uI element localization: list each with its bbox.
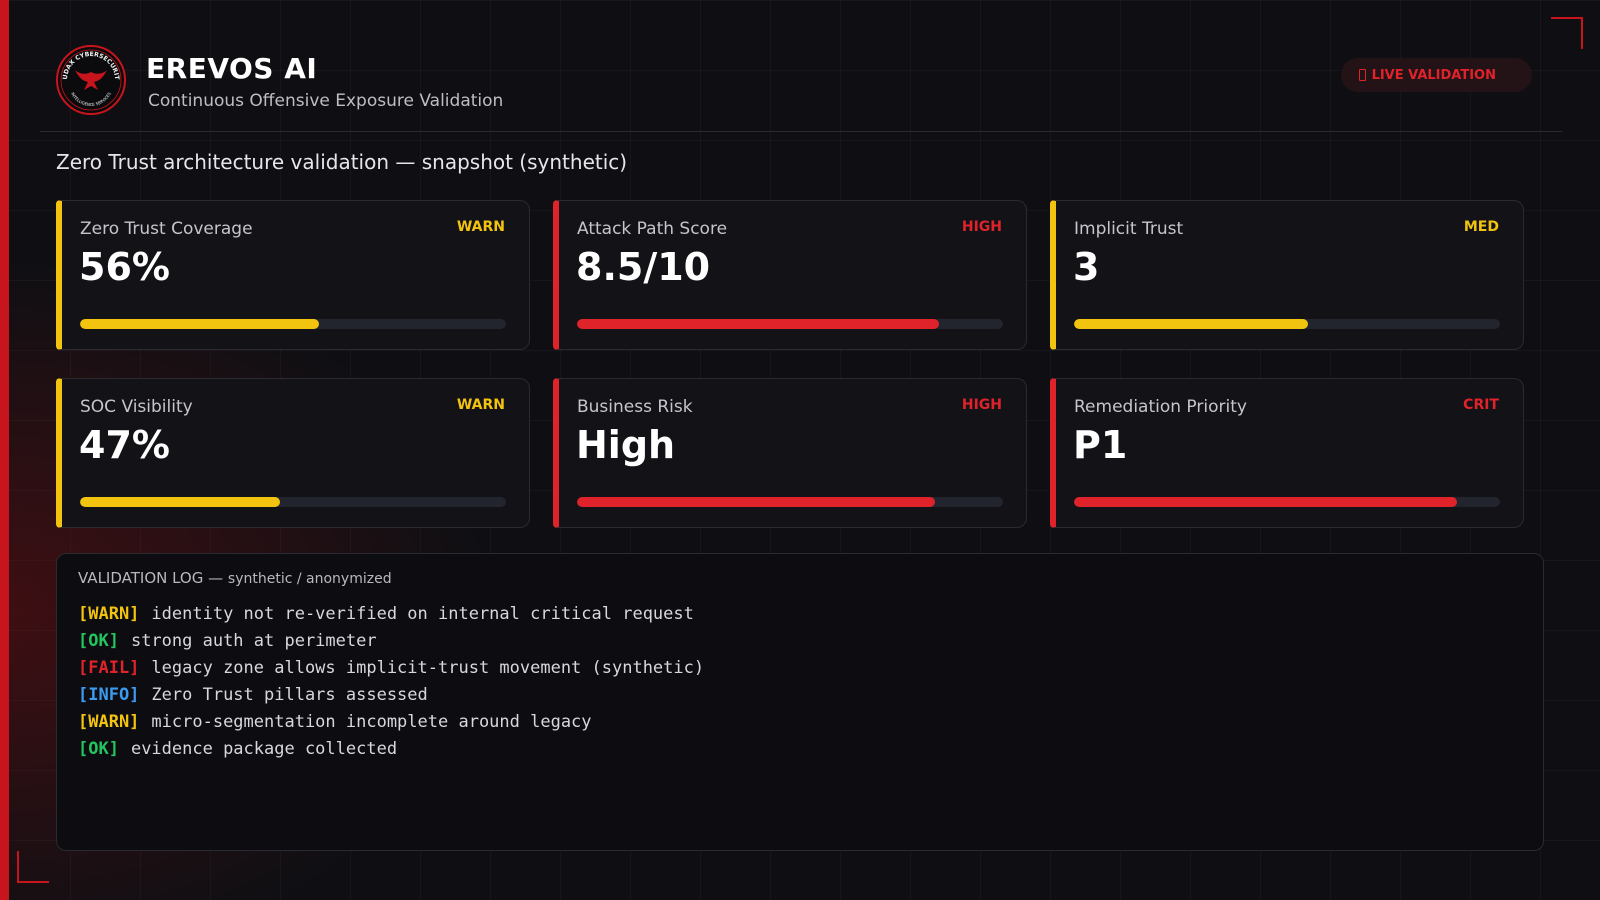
metric-card-attack-path-score: Attack Path Score HIGH 8.5/10 <box>553 200 1027 350</box>
metric-label: Attack Path Score <box>577 219 728 239</box>
live-validation-badge[interactable]: LIVE VALIDATION <box>1340 58 1532 92</box>
metric-value: High <box>576 423 676 467</box>
progress-track <box>80 319 506 329</box>
metric-value: 3 <box>1073 245 1100 289</box>
metric-card-implicit-trust: Implicit Trust MED 3 <box>1050 200 1524 350</box>
metric-label: Business Risk <box>577 397 693 417</box>
section-title: Zero Trust architecture validation — sna… <box>56 150 628 174</box>
progress-fill <box>1074 319 1309 329</box>
log-tag: [INFO] <box>78 685 140 705</box>
metric-label: Zero Trust Coverage <box>80 219 253 239</box>
validation-log-panel: VALIDATION LOG — synthetic / anonymized … <box>56 553 1544 851</box>
app-subtitle: Continuous Offensive Exposure Validation <box>148 91 504 111</box>
metric-value: 47% <box>79 423 170 467</box>
log-tag: [OK] <box>78 739 119 759</box>
severity-badge: WARN <box>456 219 505 235</box>
log-tag: [OK] <box>78 631 119 651</box>
severity-badge: WARN <box>456 397 505 413</box>
live-icon <box>1358 69 1366 81</box>
log-entry: [FAIL] legacy zone allows implicit-trust … <box>78 655 704 682</box>
metric-value: P1 <box>1073 423 1128 467</box>
log-tag: [WARN] <box>78 712 140 732</box>
progress-track <box>1074 497 1500 507</box>
log-subtitle-text: synthetic / anonymized <box>227 571 392 587</box>
log-message: identity not re-verified on internal cri… <box>151 604 694 624</box>
severity-badge: CRIT <box>1463 397 1499 413</box>
app-title: EREVOS AI <box>146 52 318 85</box>
metric-card-soc-visibility: SOC Visibility WARN 47% <box>56 378 530 528</box>
log-entry: [WARN] identity not re-verified on intern… <box>78 601 704 628</box>
log-entry: [INFO] Zero Trust pillars assessed <box>78 682 704 709</box>
metric-value: 56% <box>79 245 170 289</box>
corner-bracket-bottom-left <box>17 851 49 883</box>
log-message: Zero Trust pillars assessed <box>151 685 428 705</box>
progress-fill <box>577 497 935 507</box>
log-entry: [WARN] micro-segmentation incomplete arou… <box>78 709 704 736</box>
metric-label: SOC Visibility <box>80 397 193 417</box>
log-entries: [WARN] identity not re-verified on intern… <box>78 601 704 763</box>
progress-track <box>80 497 506 507</box>
metric-card-zero-trust-coverage: Zero Trust Coverage WARN 56% <box>56 200 530 350</box>
metric-card-remediation-priority: Remediation Priority CRIT P1 <box>1050 378 1524 528</box>
log-tag: [FAIL] <box>78 658 140 678</box>
progress-track <box>577 497 1003 507</box>
severity-badge: HIGH <box>961 219 1002 235</box>
log-entry: [OK] evidence package collected <box>78 736 704 763</box>
progress-track <box>1074 319 1500 329</box>
severity-badge: MED <box>1463 219 1499 235</box>
progress-fill <box>80 319 319 329</box>
metric-value: 8.5/10 <box>576 245 711 289</box>
log-title-text: VALIDATION LOG — <box>78 569 224 587</box>
app-header: AUDAX CYBERSECURITY INTELLIGENCE SERVICE… <box>40 40 1562 132</box>
metric-label: Implicit Trust <box>1074 219 1184 239</box>
severity-badge: HIGH <box>961 397 1002 413</box>
accent-strip <box>0 0 9 900</box>
progress-track <box>577 319 1003 329</box>
progress-fill <box>577 319 940 329</box>
progress-fill <box>80 497 281 507</box>
log-entry: [OK] strong auth at perimeter <box>78 628 704 655</box>
log-tag: [WARN] <box>78 604 140 624</box>
log-message: micro-segmentation incomplete around leg… <box>151 712 592 732</box>
validation-log-title: VALIDATION LOG — synthetic / anonymized <box>78 569 392 587</box>
progress-fill <box>1074 497 1458 507</box>
live-validation-label: LIVE VALIDATION <box>1371 67 1496 83</box>
log-message: legacy zone allows implicit-trust moveme… <box>151 658 705 678</box>
metric-card-business-risk: Business Risk HIGH High <box>553 378 1027 528</box>
metric-label: Remediation Priority <box>1074 397 1247 417</box>
log-message: strong auth at perimeter <box>130 631 377 651</box>
log-message: evidence package collected <box>130 739 398 759</box>
audax-logo-icon: AUDAX CYBERSECURITY INTELLIGENCE SERVICE… <box>55 44 126 115</box>
